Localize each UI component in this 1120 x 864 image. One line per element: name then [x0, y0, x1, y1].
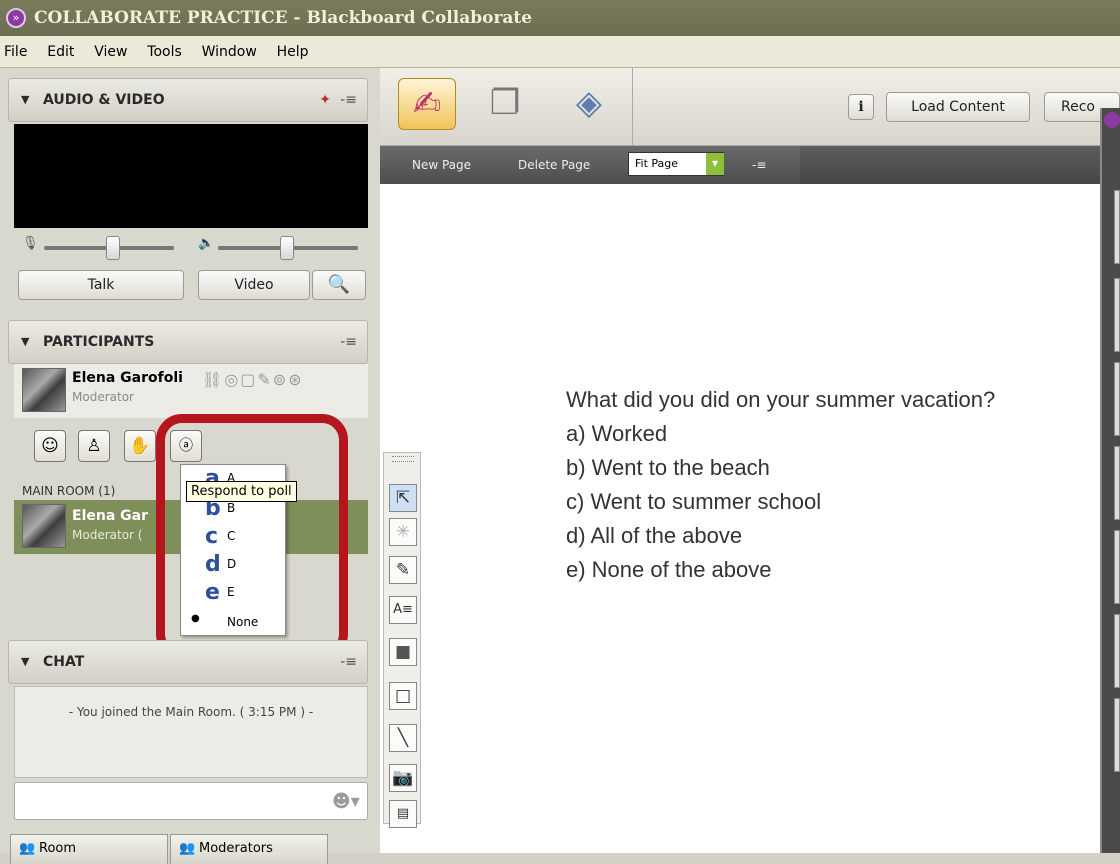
- window-logo-icon: [1104, 112, 1120, 128]
- toolbar-divider: [632, 68, 633, 146]
- clip-art-icon[interactable]: ▤: [389, 800, 417, 828]
- select-arrow-icon[interactable]: ⇱: [389, 484, 417, 512]
- collapse-triangle-icon[interactable]: ▼: [21, 79, 29, 121]
- step-away-icon[interactable]: ♙: [78, 430, 110, 462]
- line-tool-icon[interactable]: ╲: [389, 724, 417, 752]
- emoticon-icon[interactable]: ☺: [34, 430, 66, 462]
- whiteboard-page-bar: New Page Delete Page -≡: [380, 146, 800, 184]
- filled-rectangle-icon[interactable]: ■: [389, 638, 417, 666]
- camera-settings-icon[interactable]: ✦: [319, 79, 331, 121]
- menu-help[interactable]: Help: [269, 36, 317, 68]
- chevron-down-icon[interactable]: ▾: [706, 153, 724, 175]
- video-button[interactable]: Video: [198, 270, 310, 300]
- whiteboard-mode-icon[interactable]: ✍: [398, 78, 456, 130]
- room-participant-name: Elena Gar: [72, 508, 148, 524]
- chat-history: - You joined the Main Room. ( 3:15 PM ) …: [14, 686, 368, 778]
- room-participant-role: Moderator (: [72, 528, 143, 542]
- panel-menu-icon[interactable]: -≡: [340, 321, 357, 363]
- emoticon-picker-icon[interactable]: ☻▾: [332, 791, 360, 812]
- highlight-annotation-ring: [156, 414, 348, 660]
- chat-input[interactable]: [14, 782, 368, 820]
- participant-status-icons: ⛓◎▢✎⊚⊛: [202, 370, 304, 389]
- whiteboard-text: What did you did on your summer vacation…: [566, 383, 995, 587]
- main-room-label: MAIN ROOM (1): [22, 484, 116, 498]
- people-icon: 👥: [179, 841, 196, 856]
- poll-question: What did you did on your summer vacation…: [566, 387, 996, 412]
- audio-video-header[interactable]: ▼ AUDIO & VIDEO ✦ -≡: [8, 78, 368, 122]
- side-panel-item[interactable]: [1114, 190, 1120, 264]
- pencil-icon[interactable]: ✎: [389, 556, 417, 584]
- talk-button[interactable]: Talk: [18, 270, 184, 300]
- poll-answer: c) Went to summer school: [566, 489, 822, 514]
- poll-answer: b) Went to the beach: [566, 455, 770, 480]
- speaker-volume-handle[interactable]: [280, 236, 294, 260]
- collapse-triangle-icon[interactable]: ▼: [21, 641, 29, 683]
- tab-moderators[interactable]: 👥 Moderators: [170, 834, 328, 864]
- speaker-icon: 🔈: [198, 236, 215, 251]
- window-title-bar: COLLABORATE PRACTICE - Blackboard Collab…: [0, 0, 1120, 36]
- video-zoom-icon[interactable]: 🔍: [312, 270, 366, 300]
- side-panel-item[interactable]: [1114, 614, 1120, 688]
- chat-title: CHAT: [43, 654, 85, 670]
- raise-hand-icon[interactable]: ✋: [124, 430, 156, 462]
- menu-window[interactable]: Window: [194, 36, 265, 68]
- poll-answer: d) All of the above: [566, 523, 743, 548]
- side-panel-item[interactable]: [1114, 278, 1120, 352]
- rectangle-outline-icon[interactable]: □: [389, 682, 417, 710]
- participants-title: PARTICIPANTS: [43, 334, 155, 350]
- page-bar-menu-icon[interactable]: -≡: [752, 146, 766, 184]
- side-panel-item[interactable]: [1114, 698, 1120, 772]
- menu-view[interactable]: View: [86, 36, 135, 68]
- web-tour-mode-icon[interactable]: ◈: [560, 78, 618, 130]
- poll-answer: e) None of the above: [566, 557, 772, 582]
- participant-role: Moderator: [72, 390, 134, 404]
- text-tool-icon[interactable]: A≡: [389, 596, 417, 624]
- menu-bar: File Edit View Tools Window Help: [0, 36, 1120, 68]
- mic-volume-handle[interactable]: [106, 236, 120, 260]
- people-icon: 👥: [19, 841, 36, 856]
- participant-name: Elena Garofoli: [72, 370, 183, 386]
- avatar: [22, 504, 66, 548]
- app-share-mode-icon[interactable]: ❐: [476, 78, 534, 130]
- panel-menu-icon[interactable]: -≡: [340, 641, 357, 683]
- menu-tools[interactable]: Tools: [139, 36, 190, 68]
- microphone-icon: 🎙: [22, 236, 39, 251]
- screen-capture-icon[interactable]: 📷: [389, 764, 417, 792]
- my-participant-row[interactable]: [14, 364, 368, 418]
- page-bar-background: [800, 146, 1100, 184]
- collapse-triangle-icon[interactable]: ▼: [21, 321, 29, 363]
- poll-answer: a) Worked: [566, 421, 668, 446]
- chat-header[interactable]: ▼ CHAT -≡: [8, 640, 368, 684]
- side-panel-item[interactable]: [1114, 446, 1120, 520]
- menu-file[interactable]: File: [0, 36, 35, 68]
- panel-menu-icon[interactable]: -≡: [340, 79, 357, 121]
- tab-room[interactable]: 👥 Room: [10, 834, 168, 864]
- palette-drag-handle[interactable]: [392, 456, 414, 462]
- side-panel-item[interactable]: [1114, 362, 1120, 436]
- laser-pointer-icon[interactable]: ✳: [389, 518, 417, 546]
- app-logo-icon: »: [6, 8, 26, 28]
- audio-video-title: AUDIO & VIDEO: [43, 92, 165, 108]
- menu-edit[interactable]: Edit: [39, 36, 82, 68]
- participants-header[interactable]: ▼ PARTICIPANTS -≡: [8, 320, 368, 364]
- avatar: [22, 368, 66, 412]
- video-display: [14, 124, 368, 228]
- new-page-button[interactable]: New Page: [412, 146, 471, 184]
- load-content-button[interactable]: Load Content: [886, 92, 1030, 122]
- info-button[interactable]: i: [848, 94, 874, 120]
- side-panel-item[interactable]: [1114, 530, 1120, 604]
- delete-page-button[interactable]: Delete Page: [518, 146, 590, 184]
